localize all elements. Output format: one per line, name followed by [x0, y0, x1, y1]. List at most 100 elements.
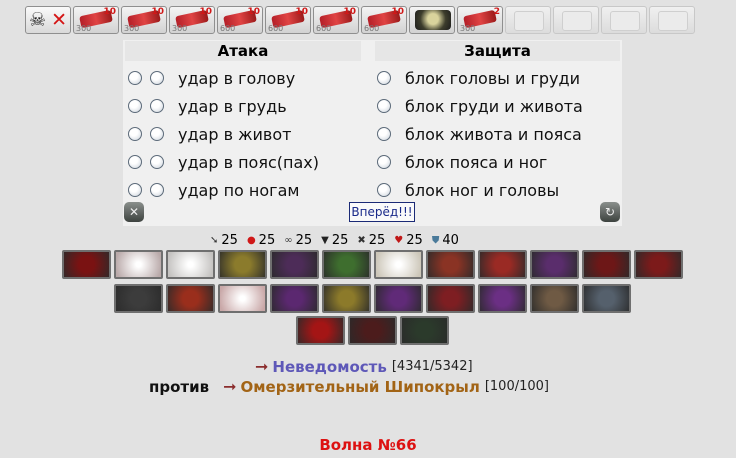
scroll-count-badge: 10 — [151, 7, 164, 17]
blood-skill-icon[interactable] — [62, 250, 111, 279]
scroll-count-badge: 10 — [103, 7, 116, 17]
attack-radio-1[interactable] — [128, 183, 142, 197]
red-scroll-icon[interactable]: 10 300 — [169, 6, 215, 34]
attack-option[interactable]: удар в живот — [128, 121, 291, 147]
red-scroll-icon[interactable]: 10 300 — [121, 6, 167, 34]
stat-value: 25 — [406, 232, 423, 248]
stat-item: ∞ 25 — [284, 232, 312, 248]
attack-radio-2[interactable] — [150, 155, 164, 169]
empty-slot-icon[interactable] — [505, 6, 551, 34]
wave-label: Волна №66 — [319, 436, 417, 454]
hero-hp: [4341/5342] — [391, 359, 473, 374]
wings-skill-icon[interactable] — [582, 284, 631, 313]
stat-value: 25 — [331, 232, 349, 248]
attack-radio-2[interactable] — [150, 127, 164, 141]
strike-skill-icon[interactable] — [348, 316, 397, 345]
scroll-count-badge: 2 — [493, 7, 500, 17]
defense-option[interactable]: блок пояса и ног — [377, 149, 547, 175]
sword-skill-icon[interactable] — [426, 250, 475, 279]
attack-radio-2[interactable] — [150, 71, 164, 85]
attack-option[interactable]: удар в пояс(пах) — [128, 149, 319, 175]
faded-skill-icon[interactable] — [218, 284, 267, 313]
attack-radio-2[interactable] — [150, 99, 164, 113]
purple-claw-skill-icon[interactable] — [270, 284, 319, 313]
warrior-skill-icon[interactable] — [530, 284, 579, 313]
crossed-axes-skill-icon[interactable] — [114, 284, 163, 313]
red-scroll-icon[interactable]: 10 300 — [73, 6, 119, 34]
skull-cross-icon[interactable]: ☠ ✕ — [25, 6, 71, 34]
red-scroll-icon[interactable]: 10 600 — [265, 6, 311, 34]
defense-radio[interactable] — [377, 155, 391, 169]
attack-header: Атака — [125, 41, 361, 61]
defense-radio[interactable] — [377, 127, 391, 141]
attack-radio-1[interactable] — [128, 127, 142, 141]
empty-slot-icon[interactable] — [553, 6, 599, 34]
scroll-count-badge: 10 — [391, 7, 404, 17]
defense-option[interactable]: блок ног и головы — [377, 177, 559, 203]
red-spear-skill-icon[interactable] — [426, 284, 475, 313]
attack-label: удар в живот — [178, 124, 292, 144]
stat-item: ➘ 25 — [210, 232, 238, 248]
defense-label: блок пояса и ног — [405, 152, 548, 172]
left-shield-button[interactable]: ✕ — [124, 202, 144, 222]
purple-orb-skill-icon[interactable] — [478, 284, 527, 313]
golden-armor-skill-icon[interactable] — [218, 250, 267, 279]
enemy-line: против ➞ Омерзительный Шипокрыл [100/100… — [149, 377, 549, 396]
purple-blades-skill-icon[interactable] — [374, 284, 423, 313]
red-scroll-icon[interactable]: 10 600 — [313, 6, 359, 34]
attack-radio-1[interactable] — [128, 99, 142, 113]
dark-scroll-icon[interactable] — [409, 6, 455, 34]
scroll-cost-label: 300 — [172, 24, 188, 33]
red-scroll-icon[interactable]: 10 600 — [217, 6, 263, 34]
green-shield-skill-icon[interactable] — [322, 250, 371, 279]
defense-label: блок груди и живота — [405, 96, 583, 116]
faded-skill-icon[interactable] — [374, 250, 423, 279]
scroll-cost-label: 300 — [76, 24, 92, 33]
defense-label: блок ног и головы — [405, 180, 560, 200]
fire-blade-skill-icon[interactable] — [166, 284, 215, 313]
defense-header: Защита — [375, 41, 620, 61]
helmet-skill-icon[interactable] — [582, 250, 631, 279]
green-leaf-skill-icon[interactable] — [400, 316, 449, 345]
refresh-button[interactable]: ↻ — [600, 202, 620, 222]
scroll-cost-label: 300 — [124, 24, 140, 33]
faded-skill-icon[interactable] — [114, 250, 163, 279]
armor-icon: ▼ — [321, 234, 329, 246]
attack-option[interactable]: удар по ногам — [128, 177, 299, 203]
defense-label: блок живота и пояса — [405, 124, 582, 144]
empty-slot-icon[interactable] — [649, 6, 695, 34]
stat-item: ▼ 25 — [321, 232, 348, 248]
attack-radio-2[interactable] — [150, 183, 164, 197]
attack-option[interactable]: удар в грудь — [128, 93, 287, 119]
sword-icon: ➘ — [210, 234, 219, 246]
arrow-icon: ➞ — [255, 357, 269, 376]
faded-skill-icon[interactable] — [166, 250, 215, 279]
empty-slot-icon[interactable] — [601, 6, 647, 34]
attack-option[interactable]: удар в голову — [128, 65, 295, 91]
stats-bar: ➘ 25 ● 25 ∞ 25 ▼ 25 ✖ 25 ♥ 25 ⛊ 40 — [210, 232, 459, 248]
defense-radio[interactable] — [377, 99, 391, 113]
attack-radio-1[interactable] — [128, 155, 142, 169]
blade-skill-icon[interactable] — [478, 250, 527, 279]
defense-option[interactable]: блок груди и живота — [377, 93, 583, 119]
scroll-cost-label: 600 — [364, 24, 380, 33]
red-scroll-icon[interactable]: 2 300 — [457, 6, 503, 34]
defense-option[interactable]: блок головы и груди — [377, 65, 580, 91]
defense-option[interactable]: блок живота и пояса — [377, 121, 582, 147]
axe-skill-icon[interactable] — [530, 250, 579, 279]
cross-skill-icon[interactable] — [270, 250, 319, 279]
hero-name[interactable]: Неведомость — [272, 358, 386, 376]
red-flash-skill-icon[interactable] — [296, 316, 345, 345]
red-rune-skill-icon[interactable] — [634, 250, 683, 279]
scroll-count-badge: 10 — [343, 7, 356, 17]
scroll-cost-label: 600 — [268, 24, 284, 33]
defense-radio[interactable] — [377, 183, 391, 197]
attack-radio-1[interactable] — [128, 71, 142, 85]
red-scroll-icon[interactable]: 10 600 — [361, 6, 407, 34]
go-forward-button[interactable]: Вперёд!!! — [349, 202, 415, 222]
stat-value: 25 — [295, 232, 313, 248]
golden-skill-icon[interactable] — [322, 284, 371, 313]
stat-value: 25 — [221, 232, 238, 248]
defense-radio[interactable] — [377, 71, 391, 85]
enemy-name[interactable]: Омерзительный Шипокрыл — [241, 378, 480, 396]
